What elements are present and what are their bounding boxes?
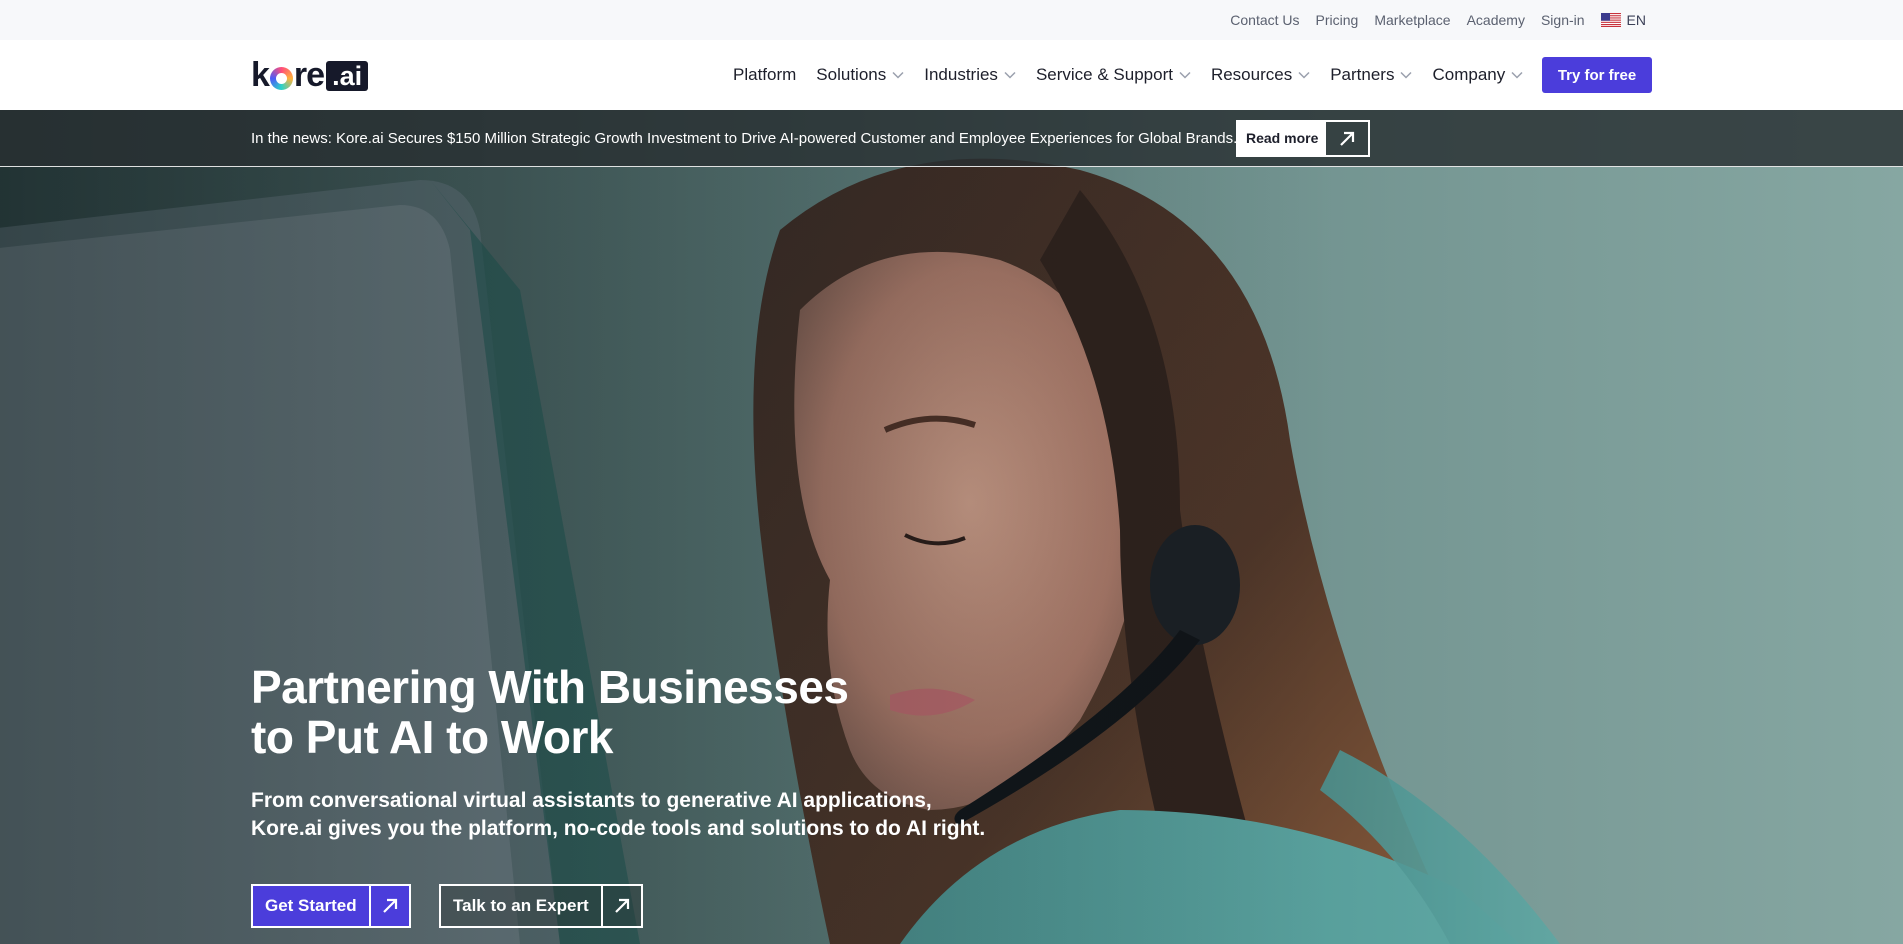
nav-label: Partners (1330, 65, 1395, 84)
utility-bar: Contact Us Pricing Marketplace Academy S… (0, 0, 1903, 40)
get-started-button[interactable]: Get Started (251, 884, 411, 928)
arrow-up-right-icon (1326, 122, 1368, 155)
talk-to-expert-label: Talk to an Expert (441, 886, 601, 926)
logo-re: re (293, 56, 325, 94)
language-label: EN (1626, 12, 1646, 28)
nav-item-solutions[interactable]: Solutions (816, 65, 904, 85)
nav-item-company[interactable]: Company (1432, 65, 1523, 85)
logo-ai-badge: .ai (326, 61, 369, 91)
nav-item-partners[interactable]: Partners (1330, 65, 1412, 85)
nav-label: Service & Support (1035, 65, 1173, 84)
subhead-line-2: Kore.ai gives you the platform, no-code … (251, 817, 986, 840)
nav-label: Solutions (816, 65, 887, 84)
sign-in-link[interactable]: Sign-in (1541, 12, 1585, 28)
arrow-up-right-icon (600, 886, 641, 926)
nav-label: Resources (1210, 65, 1293, 84)
logo-wordmark: k re (251, 56, 325, 94)
nav-item-resources[interactable]: Resources (1211, 65, 1310, 85)
hero-headline: Partnering With Businesses to Put AI to … (251, 662, 951, 762)
utility-links: Contact Us Pricing Marketplace Academy S… (1230, 0, 1646, 40)
subhead-line-1: From conversational virtual assistants t… (251, 789, 932, 812)
nav-label: Platform (733, 65, 797, 84)
chevron-down-icon (1004, 71, 1016, 79)
news-text: In the news: Kore.ai Secures $150 Millio… (251, 130, 1238, 147)
headline-line-1: Partnering With Businesses (251, 661, 849, 713)
logo-k: k (251, 56, 270, 94)
nav-menu: Platform Solutions Industries Service & … (733, 40, 1523, 110)
kore-ai-logo[interactable]: k re .ai (251, 56, 369, 94)
nav-label: Industries (924, 65, 998, 84)
arrow-up-right-icon (368, 886, 409, 926)
talk-to-expert-button[interactable]: Talk to an Expert (439, 884, 643, 928)
chevron-down-icon (1400, 71, 1412, 79)
language-selector[interactable]: EN (1600, 12, 1646, 28)
try-for-free-button[interactable]: Try for free (1542, 57, 1652, 93)
chevron-down-icon (1298, 71, 1310, 79)
academy-link[interactable]: Academy (1467, 12, 1525, 28)
news-banner: In the news: Kore.ai Secures $150 Millio… (0, 110, 1903, 167)
chevron-down-icon (892, 71, 904, 79)
chevron-down-icon (1511, 71, 1523, 79)
chevron-down-icon (1179, 71, 1191, 79)
marketplace-link[interactable]: Marketplace (1374, 12, 1450, 28)
us-flag-icon (1600, 13, 1621, 27)
get-started-label: Get Started (253, 886, 369, 926)
pricing-link[interactable]: Pricing (1316, 12, 1359, 28)
nav-label: Company (1432, 65, 1506, 84)
main-navbar: k re .ai Platform Solutions Industries S… (0, 40, 1903, 110)
read-more-button[interactable]: Read more (1236, 120, 1371, 157)
nav-item-industries[interactable]: Industries (924, 65, 1016, 85)
contact-us-link[interactable]: Contact Us (1230, 12, 1299, 28)
nav-item-service-support[interactable]: Service & Support (1036, 65, 1191, 85)
headline-line-2: to Put AI to Work (251, 711, 614, 763)
logo-o-icon (269, 66, 293, 90)
nav-item-platform[interactable]: Platform (733, 65, 796, 85)
hero-subheading: From conversational virtual assistants t… (251, 787, 1011, 843)
hero-section: In the news: Kore.ai Secures $150 Millio… (0, 110, 1903, 944)
read-more-label: Read more (1238, 122, 1327, 155)
